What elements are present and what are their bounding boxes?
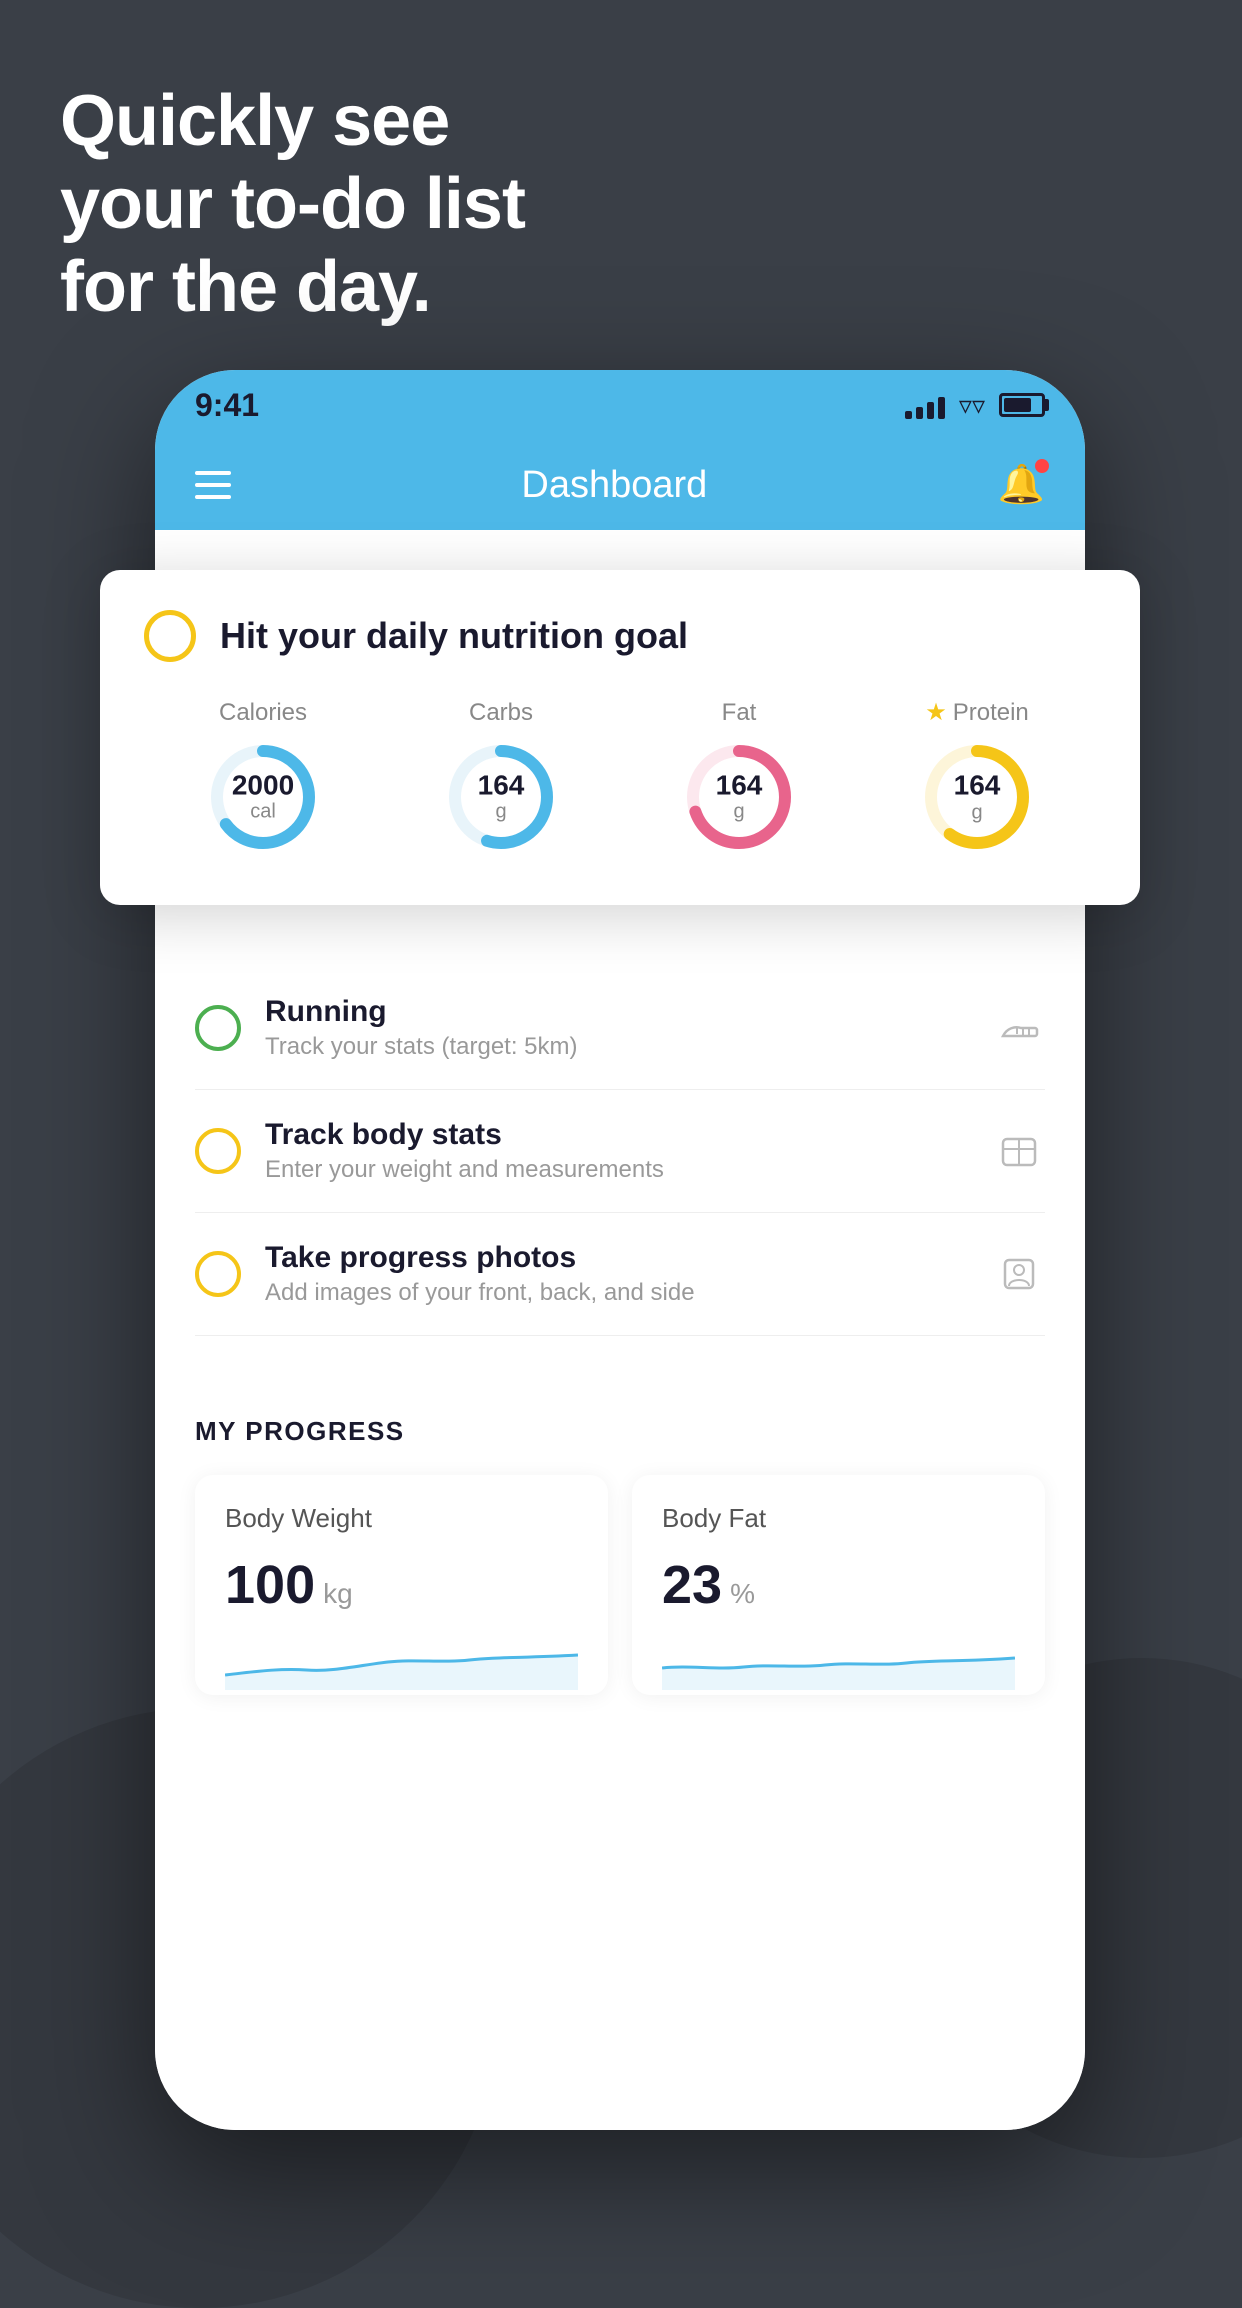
star-icon: ★ xyxy=(925,698,947,727)
progress-label-fat: Body Fat xyxy=(662,1503,1015,1534)
donut-calories: 2000 cal xyxy=(203,737,323,857)
battery-icon xyxy=(999,393,1045,417)
todo-list: Running Track your stats (target: 5km) xyxy=(155,967,1085,1336)
hamburger-menu[interactable] xyxy=(195,471,231,499)
status-time: 9:41 xyxy=(195,387,259,424)
nutrition-label-calories: Calories xyxy=(219,699,307,727)
todo-circle-body-stats xyxy=(195,1128,241,1174)
nutrition-row: Calories 2000 cal Carbs xyxy=(144,698,1096,857)
nutrition-item-fat: Fat 164 g xyxy=(679,699,799,857)
donut-unit-fat: g xyxy=(716,801,763,823)
progress-unit-weight: kg xyxy=(323,1578,353,1610)
scale-icon xyxy=(993,1125,1045,1177)
progress-value-row-weight: 100 kg xyxy=(225,1554,578,1616)
nutrition-item-carbs: Carbs 164 g xyxy=(441,699,561,857)
todo-title-photos: Take progress photos xyxy=(265,1241,969,1275)
progress-unit-fat: % xyxy=(730,1578,755,1610)
sparkline-weight xyxy=(225,1630,578,1695)
todo-circle-running xyxy=(195,1005,241,1051)
donut-carbs: 164 g xyxy=(441,737,561,857)
progress-value-fat: 23 xyxy=(662,1554,722,1616)
todo-sub-photos: Add images of your front, back, and side xyxy=(265,1279,969,1307)
nutrition-label-fat: Fat xyxy=(722,699,757,727)
wifi-icon: ▿▿ xyxy=(959,390,985,421)
donut-unit-calories: cal xyxy=(232,801,294,823)
person-icon xyxy=(993,1248,1045,1300)
donut-value-calories: 2000 xyxy=(232,770,294,801)
todo-sub-body-stats: Enter your weight and measurements xyxy=(265,1156,969,1184)
donut-value-protein: 164 xyxy=(954,771,1001,802)
todo-circle-photos xyxy=(195,1251,241,1297)
nutrition-label-protein: ★ Protein xyxy=(925,698,1029,727)
status-bar: 9:41 ▿▿ xyxy=(155,370,1085,440)
donut-value-carbs: 164 xyxy=(478,770,525,801)
donut-protein: 164 g xyxy=(917,737,1037,857)
card-title-row: Hit your daily nutrition goal xyxy=(144,610,1096,662)
donut-fat: 164 g xyxy=(679,737,799,857)
progress-cards: Body Weight 100 kg xyxy=(195,1475,1045,1695)
progress-title: MY PROGRESS xyxy=(195,1416,1045,1447)
progress-value-row-fat: 23 % xyxy=(662,1554,1015,1616)
card-title: Hit your daily nutrition goal xyxy=(220,615,688,657)
signal-icon xyxy=(905,391,945,419)
progress-value-weight: 100 xyxy=(225,1554,315,1616)
bell-icon[interactable]: 🔔 xyxy=(998,463,1045,507)
todo-title-running: Running xyxy=(265,995,969,1029)
todo-title-body-stats: Track body stats xyxy=(265,1118,969,1152)
hero-line2: your to-do list xyxy=(60,163,525,246)
progress-label-weight: Body Weight xyxy=(225,1503,578,1534)
header-title: Dashboard xyxy=(521,464,707,507)
todo-text-photos: Take progress photos Add images of your … xyxy=(265,1241,969,1307)
progress-section: MY PROGRESS Body Weight 100 kg xyxy=(155,1376,1085,1695)
hero-line3: for the day. xyxy=(60,246,525,329)
todo-text-body-stats: Track body stats Enter your weight and m… xyxy=(265,1118,969,1184)
hero-line1: Quickly see xyxy=(60,80,525,163)
circle-check-icon xyxy=(144,610,196,662)
floating-nutrition-card: Hit your daily nutrition goal Calories 2… xyxy=(100,570,1140,905)
nutrition-item-protein: ★ Protein 164 g xyxy=(917,698,1037,857)
hero-text: Quickly see your to-do list for the day. xyxy=(60,80,525,328)
shoe-icon xyxy=(993,1002,1045,1054)
todo-item-running[interactable]: Running Track your stats (target: 5km) xyxy=(195,967,1045,1090)
sparkline-fat xyxy=(662,1630,1015,1695)
notification-dot xyxy=(1035,459,1049,473)
nutrition-item-calories: Calories 2000 cal xyxy=(203,699,323,857)
todo-item-body-stats[interactable]: Track body stats Enter your weight and m… xyxy=(195,1090,1045,1213)
donut-unit-protein: g xyxy=(954,801,1001,823)
progress-card-weight[interactable]: Body Weight 100 kg xyxy=(195,1475,608,1695)
progress-card-fat[interactable]: Body Fat 23 % xyxy=(632,1475,1045,1695)
nutrition-label-carbs: Carbs xyxy=(469,699,533,727)
todo-item-photos[interactable]: Take progress photos Add images of your … xyxy=(195,1213,1045,1336)
donut-unit-carbs: g xyxy=(478,801,525,823)
todo-sub-running: Track your stats (target: 5km) xyxy=(265,1033,969,1061)
status-icons: ▿▿ xyxy=(905,390,1045,421)
todo-text-running: Running Track your stats (target: 5km) xyxy=(265,995,969,1061)
app-header: Dashboard 🔔 xyxy=(155,440,1085,530)
donut-value-fat: 164 xyxy=(716,770,763,801)
